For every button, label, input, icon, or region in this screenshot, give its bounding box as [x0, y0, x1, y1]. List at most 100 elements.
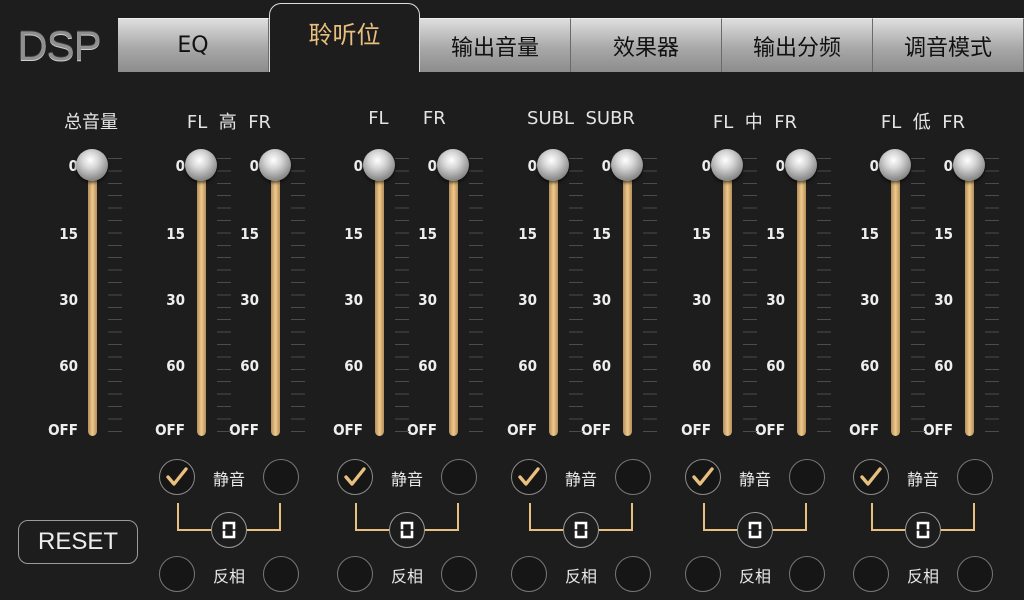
channel-0-right-phase-toggle[interactable]: [263, 556, 299, 592]
reset-button[interactable]: RESET: [18, 520, 138, 564]
channel-2-left-mute-toggle[interactable]: [511, 459, 547, 495]
tab-3[interactable]: 效果器: [571, 18, 722, 72]
channel-4-mute-label: 静音: [906, 470, 939, 489]
channel-2-right-slider-track[interactable]: [623, 166, 632, 436]
master-scale-off: OFF: [48, 421, 78, 439]
channel-0-left-slider-knob[interactable]: [185, 149, 217, 181]
link-icon: [400, 521, 414, 539]
tab-1[interactable]: 聆听位: [269, 3, 420, 72]
ch0-left-scale-30: 30: [166, 291, 185, 309]
checkmark-icon: [692, 467, 714, 486]
channel-1-left-mute-toggle[interactable]: [337, 459, 373, 495]
channel-3-left-slider-track[interactable]: [723, 166, 732, 436]
channel-title-4: FL 低 FR: [880, 112, 966, 133]
channel-1-left-slider-ticks: [395, 158, 409, 438]
channel-3-right-phase-toggle[interactable]: [789, 556, 825, 592]
ch1-left-scale-15: 15: [344, 225, 363, 243]
channel-1-right-phase-toggle[interactable]: [441, 556, 477, 592]
channel-2-link-button[interactable]: [563, 512, 599, 548]
channel-4-left-slider-knob[interactable]: [879, 149, 911, 181]
channel-4-right-slider-track[interactable]: [965, 166, 974, 436]
channel-2-right-mute-toggle[interactable]: [615, 459, 651, 495]
ch2-left-scale-60: 60: [518, 357, 537, 375]
ch1-left-scale-off: OFF: [333, 421, 363, 439]
ch2-left-scale-30: 30: [518, 291, 537, 309]
channel-0-right-slider-knob[interactable]: [259, 149, 291, 181]
channel-title-1: FL FR: [368, 108, 446, 129]
checkmark-icon: [518, 467, 540, 486]
ch1-left-scale-30: 30: [344, 291, 363, 309]
channel-4-right-phase-toggle[interactable]: [957, 556, 993, 592]
master-scale-30: 30: [59, 291, 78, 309]
link-icon: [222, 521, 236, 539]
channel-4-right-slider-knob[interactable]: [953, 149, 985, 181]
channel-0-left-slider-ticks: [217, 158, 231, 438]
ch3-left-scale-30: 30: [692, 291, 711, 309]
tab-4[interactable]: 输出分频: [722, 18, 873, 72]
channel-1-phase-label: 反相: [390, 567, 423, 586]
channel-1-mute-label: 静音: [390, 470, 423, 489]
ch2-left-scale-0: 0: [527, 157, 537, 175]
channel-0-right-slider-ticks: [291, 158, 305, 438]
channel-1-right-slider-track[interactable]: [449, 166, 458, 436]
channel-4-left-mute-toggle[interactable]: [853, 459, 889, 495]
ch3-left-scale-60: 60: [692, 357, 711, 375]
ch0-left-scale-60: 60: [166, 357, 185, 375]
tab-2[interactable]: 输出音量: [420, 18, 571, 72]
ch4-left-scale-off: OFF: [849, 421, 879, 439]
channel-2-left-phase-toggle[interactable]: [511, 556, 547, 592]
channel-2-left-slider-track[interactable]: [549, 166, 558, 436]
channel-0-right-mute-toggle[interactable]: [263, 459, 299, 495]
channel-1-right-slider-ticks: [469, 158, 483, 438]
ch2-left-scale-15: 15: [518, 225, 537, 243]
ch4-left-scale-60: 60: [860, 357, 879, 375]
channel-4-link-button[interactable]: [905, 512, 941, 548]
master-scale-15: 15: [59, 225, 78, 243]
link-icon: [916, 521, 930, 539]
channel-1-left-slider-knob[interactable]: [363, 149, 395, 181]
channel-3-left-slider-ticks: [743, 158, 757, 438]
channel-3-left-slider-knob[interactable]: [711, 149, 743, 181]
channel-2-right-slider-knob[interactable]: [611, 149, 643, 181]
ch1-left-scale-0: 0: [353, 157, 363, 175]
channel-1-left-phase-toggle[interactable]: [337, 556, 373, 592]
channel-3-phase-label: 反相: [738, 567, 771, 586]
channel-2-right-slider-ticks: [643, 158, 657, 438]
channel-3-right-slider-knob[interactable]: [785, 149, 817, 181]
channel-3-right-mute-toggle[interactable]: [789, 459, 825, 495]
channel-0-left-slider-track[interactable]: [197, 166, 206, 436]
channel-2-left-slider-knob[interactable]: [537, 149, 569, 181]
channel-0-left-mute-toggle[interactable]: [159, 459, 195, 495]
channel-3-link-button[interactable]: [737, 512, 773, 548]
channel-4-phase-label: 反相: [906, 567, 939, 586]
channel-1-right-slider-knob[interactable]: [437, 149, 469, 181]
channel-3-left-mute-toggle[interactable]: [685, 459, 721, 495]
channel-0-left-phase-toggle[interactable]: [159, 556, 195, 592]
channel-4-left-phase-toggle[interactable]: [853, 556, 889, 592]
checkmark-icon: [166, 467, 188, 486]
channel-2-right-phase-toggle[interactable]: [615, 556, 651, 592]
tab-bar: EQ 聆听位 输出音量 效果器 输出分频 调音模式: [118, 3, 1024, 72]
ch4-left-scale-0: 0: [869, 157, 879, 175]
channel-title-2: SUBL SUBR: [527, 108, 635, 129]
channel-3-mute-label: 静音: [738, 470, 771, 489]
checkmark-icon: [860, 467, 882, 486]
master-volume-slider-knob[interactable]: [76, 149, 108, 181]
checkmark-icon: [344, 467, 366, 486]
channel-4-left-slider-track[interactable]: [891, 166, 900, 436]
channel-1-left-slider-track[interactable]: [375, 166, 384, 436]
channel-0-right-slider-track[interactable]: [271, 166, 280, 436]
ch0-left-scale-15: 15: [166, 225, 185, 243]
channel-4-right-mute-toggle[interactable]: [957, 459, 993, 495]
tab-5[interactable]: 调音模式: [873, 18, 1024, 72]
channel-0-phase-label: 反相: [212, 567, 245, 586]
channel-1-right-mute-toggle[interactable]: [441, 459, 477, 495]
master-volume-slider-track[interactable]: [88, 166, 97, 436]
tab-0[interactable]: EQ: [118, 18, 269, 72]
channel-1-link-button[interactable]: [389, 512, 425, 548]
channel-3-right-slider-track[interactable]: [797, 166, 806, 436]
link-icon: [748, 521, 762, 539]
channel-0-link-button[interactable]: [211, 512, 247, 548]
channel-3-left-phase-toggle[interactable]: [685, 556, 721, 592]
ch3-left-scale-off: OFF: [681, 421, 711, 439]
